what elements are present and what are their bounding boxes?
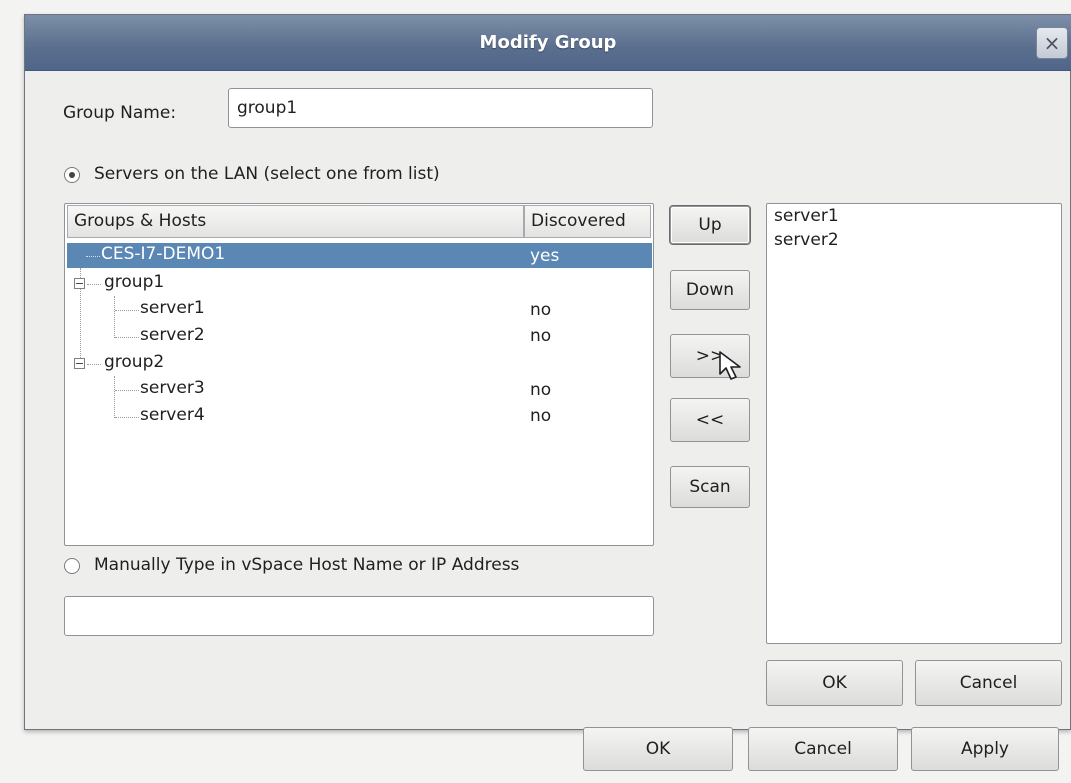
list-item[interactable]: server1 [774, 206, 839, 226]
dialog-title: Modify Group [479, 32, 617, 53]
column-header-groups-hosts[interactable]: Groups & Hosts [67, 205, 524, 238]
tree-discovered-value: no [530, 300, 552, 320]
tree-discovered-value: no [530, 406, 552, 426]
close-button[interactable]: × [1036, 27, 1068, 59]
group-name-label: Group Name: [63, 103, 177, 123]
inner-cancel-button[interactable]: Cancel [915, 660, 1062, 706]
tree-connector [115, 337, 139, 338]
group-name-input[interactable] [228, 88, 653, 128]
scan-button[interactable]: Scan [670, 466, 750, 508]
tree-group-name[interactable]: group2 [104, 352, 164, 372]
manual-host-input[interactable] [64, 596, 654, 636]
collapse-icon[interactable]: − [74, 358, 85, 369]
cancel-button[interactable]: Cancel [748, 727, 898, 771]
tree-connector [87, 364, 101, 365]
tree-discovered-value: yes [530, 246, 560, 266]
column-header-discovered[interactable]: Discovered [524, 205, 651, 238]
tree-connector [86, 256, 100, 257]
tree-discovered-value: no [530, 326, 552, 346]
tree-host-name[interactable]: server1 [140, 298, 205, 318]
tree-connector [115, 417, 139, 418]
lan-servers-radio[interactable] [64, 167, 80, 183]
tree-connector [115, 390, 139, 391]
lan-servers-label: Servers on the LAN (select one from list… [94, 164, 440, 184]
tree-connector [114, 296, 115, 338]
group-members-list[interactable] [766, 203, 1062, 644]
manual-host-label: Manually Type in vSpace Host Name or IP … [94, 555, 520, 575]
tree-connector [114, 376, 115, 418]
manual-host-radio[interactable] [64, 558, 80, 574]
tree-connector [115, 310, 139, 311]
inner-ok-button[interactable]: OK [766, 660, 903, 706]
tree-host-name[interactable]: server2 [140, 325, 205, 345]
ok-button[interactable]: OK [583, 727, 733, 771]
down-button[interactable]: Down [670, 270, 750, 310]
tree-host-name[interactable]: server3 [140, 378, 205, 398]
tree-discovered-value: no [530, 380, 552, 400]
list-item[interactable]: server2 [774, 230, 839, 250]
mouse-cursor-icon [719, 351, 741, 380]
remove-from-group-button[interactable]: << [670, 398, 750, 442]
tree-group-name[interactable]: group1 [104, 272, 164, 292]
up-button[interactable]: Up [670, 206, 750, 244]
tree-connector [87, 284, 101, 285]
close-icon: × [1043, 31, 1061, 55]
collapse-icon[interactable]: − [74, 278, 85, 289]
apply-button[interactable]: Apply [911, 727, 1059, 771]
tree-host-name: CES-I7-DEMO1 [101, 244, 226, 264]
tree-host-name[interactable]: server4 [140, 405, 205, 425]
